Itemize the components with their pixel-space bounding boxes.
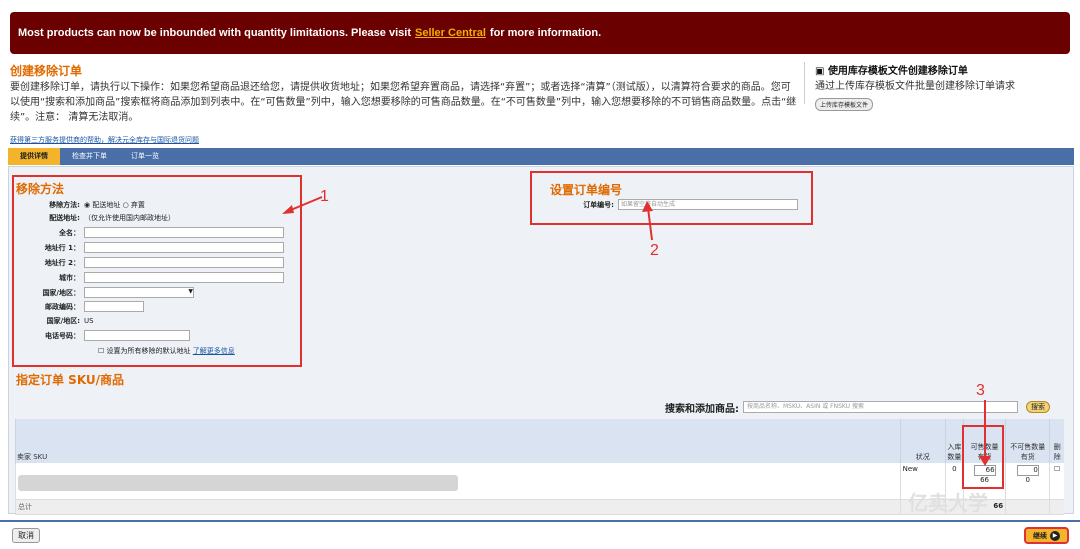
sku-table: 卖家 SKU 状况 入库数量 可售数量有货 不可售数量有货 删除 New 0 6… (15, 419, 1064, 515)
table-row: New 0 66 66 00 ☐ (15, 463, 1064, 500)
step-review: 检查并下单 (72, 152, 107, 160)
intro-section: 创建移除订单 要创建移除订单，请执行以下操作：如果您希望商品退还给您，请提供收货… (10, 62, 800, 145)
total-label: 总计 (15, 499, 901, 515)
upload-title: ▣ 使用库存模板文件创建移除订单 (815, 66, 968, 77)
default-checkbox-label: 设置为所有移除的默认地址 (106, 347, 191, 355)
default-row: ☐ 设置为所有移除的默认地址 了解更多信息 (98, 346, 235, 356)
phone-row: 电话号码： (26, 330, 190, 341)
city-label: 城市： (59, 273, 80, 282)
arrow-icon-1 (282, 196, 323, 214)
unsellable-cell: 00 (1005, 463, 1050, 500)
col-unsellable: 不可售数量 有货 (1005, 419, 1050, 463)
country-row: 国家/地区： ▼ (26, 287, 194, 298)
banner-text-after: for more information. (489, 27, 602, 39)
table-header: 卖家 SKU 状况 入库数量 可售数量有货 不可售数量有货 删除 (15, 419, 1064, 463)
phone-label: 电话号码： (45, 331, 80, 340)
name-row: 全名： (26, 227, 284, 238)
radio-address[interactable]: ◉ (84, 201, 90, 209)
play-icon: ▶ (1050, 530, 1060, 541)
intro-text: 要创建移除订单，请执行以下操作：如果您希望商品退还给您，请提供收货地址；如果您希… (10, 82, 797, 123)
addr1-field[interactable] (84, 242, 284, 253)
phone-field[interactable] (84, 330, 190, 341)
step-details: 提供详情 (8, 148, 60, 165)
addr2-label: 地址行 2： (44, 258, 80, 267)
continue-label: 继续 (1033, 531, 1047, 540)
shipping-row: 配送地址: （仅允许使用国内邮政地址） (26, 213, 175, 223)
addr2-row: 地址行 2： (26, 257, 284, 268)
search-button[interactable]: 搜索 (1026, 401, 1050, 413)
seller-central-link[interactable]: Seller Central (415, 27, 486, 39)
radio-dispose[interactable]: ○ (123, 201, 129, 209)
learn-more-link[interactable]: 了解更多信息 (193, 346, 235, 356)
unsellable-input[interactable]: 0 (1016, 465, 1039, 476)
default-checkbox[interactable]: ☐ (98, 347, 104, 355)
name-label: 全名： (59, 228, 80, 237)
delete-checkbox[interactable]: ☐ (1054, 465, 1060, 473)
method-label: 移除方法: (49, 201, 80, 209)
page-title: 创建移除订单 (10, 64, 83, 78)
country-code-label: 国家/地区: (46, 317, 80, 325)
footer-bar (0, 520, 1080, 549)
sku-cell (15, 463, 901, 500)
country-label: 国家/地区： (42, 288, 80, 297)
order-id-title: 设置订单编号 (550, 183, 623, 197)
col-sku: 卖家 SKU (15, 419, 901, 463)
addr1-row: 地址行 1： (26, 242, 284, 253)
zip-field[interactable] (84, 301, 144, 312)
shipping-label: 配送地址: (49, 214, 80, 222)
chevron-down-icon: ▼ (188, 288, 193, 295)
step-summary: 订单一览 (131, 152, 159, 160)
city-row: 城市： (26, 272, 284, 283)
addr2-field[interactable] (84, 257, 284, 268)
annotation-box-2 (530, 171, 813, 225)
delete-cell: ☐ (1049, 463, 1064, 500)
search-input[interactable]: 按商品名称、MSKU、ASIN 或 FNSKU 搜索 (743, 401, 1018, 413)
search-bar: 搜索和添加商品: 按商品名称、MSKU、ASIN 或 FNSKU 搜索 搜索 (665, 397, 1065, 417)
country-select[interactable]: ▼ (84, 287, 194, 298)
total-row: 总计 66 (15, 499, 1064, 515)
notice-banner: Most products can now be inbounded with … (10, 12, 1070, 54)
upload-template-button[interactable]: 上传库存模板文件 (815, 98, 874, 111)
arrow-icon-2 (642, 201, 653, 241)
progress-steps: 提供详情 检查并下单 订单一览 (8, 148, 1074, 165)
annotation-2: 2 (650, 242, 659, 259)
col-condition: 状况 (899, 419, 946, 463)
order-id-row: 订单编号: 如果留空将自动生成 (560, 199, 798, 210)
country-code-value: US (84, 317, 94, 325)
search-label: 搜索和添加商品: (665, 403, 739, 415)
cancel-button[interactable]: 取消 (12, 528, 40, 543)
blurred-sku (18, 475, 458, 491)
sku-section-title: 指定订单 SKU/商品 (16, 373, 125, 387)
radio-dispose-label: 弃置 (130, 201, 145, 209)
help-link[interactable]: 获得第三方服务提供商的帮助，解决元全库存与国际退货问题 (10, 135, 800, 145)
watermark: 亿卖大学 (908, 491, 988, 515)
zip-row: 邮政编码： (26, 301, 144, 312)
zip-label: 邮政编码： (45, 302, 80, 311)
col-inbound: 入库数量 (944, 419, 964, 463)
shipping-note: （仅允许使用国内邮政地址） (84, 214, 175, 222)
name-field[interactable] (84, 227, 284, 238)
order-id-label: 订单编号: (583, 200, 614, 209)
banner-text: Most products can now be inbounded with … (18, 27, 411, 39)
continue-button[interactable]: 继续 ▶ (1024, 527, 1069, 544)
upload-subtitle: 通过上传库存模板文件批量创建移除订单请求 (815, 81, 1015, 92)
arrow-icon-3 (979, 400, 991, 466)
upload-panel: ▣ 使用库存模板文件创建移除订单 通过上传库存模板文件批量创建移除订单请求 上传… (804, 62, 1064, 111)
template-icon: ▣ (815, 66, 828, 77)
removal-method-title: 移除方法 (16, 182, 65, 196)
method-row: 移除方法: ◉ 配送地址 ○ 弃置 (26, 200, 145, 210)
unsellable-available: 0 (1025, 476, 1031, 484)
city-field[interactable] (84, 272, 284, 283)
radio-address-label: 配送地址 (92, 201, 121, 209)
col-delete: 删除 (1049, 419, 1064, 463)
addr1-label: 地址行 1： (44, 243, 80, 252)
country-code-row: 国家/地区: US (26, 316, 94, 326)
